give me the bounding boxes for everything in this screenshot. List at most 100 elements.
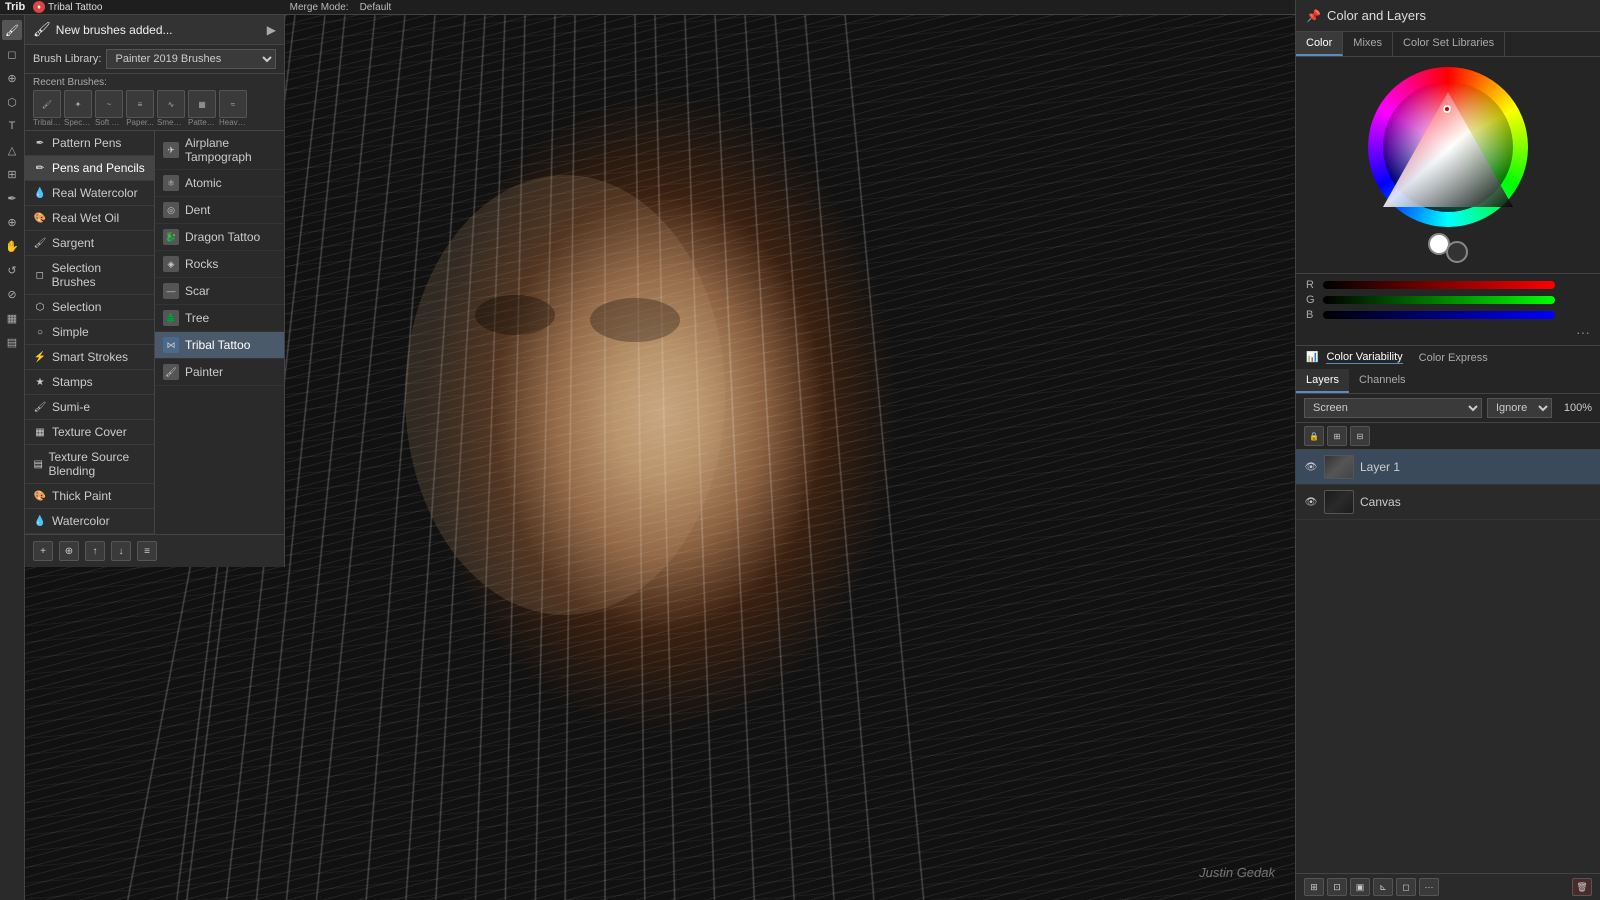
cat-simple[interactable]: ○ Simple	[25, 320, 154, 345]
recent-brush-4[interactable]: ∿ Smeary...	[157, 90, 185, 127]
recent-brush-icon-6[interactable]: ≈	[219, 90, 247, 118]
layer-btn-duplicate[interactable]: ⊡	[1327, 878, 1347, 896]
layer-eye-1[interactable]: 👁	[1304, 460, 1318, 474]
bg-color-swatch[interactable]	[1446, 241, 1468, 263]
blend-mode-select[interactable]: Screen Normal Multiply Overlay	[1304, 398, 1482, 418]
layer-btn-delete[interactable]: 🗑	[1572, 878, 1592, 896]
cat-pattern-pens[interactable]: ✒ Pattern Pens	[25, 131, 154, 156]
tool-transform[interactable]: ⊕	[2, 68, 22, 88]
brush-tribal-tattoo[interactable]: ⋈ Tribal Tattoo	[155, 332, 284, 359]
copy-brush-button[interactable]: ⊕	[59, 541, 79, 561]
brush-dragon-tattoo[interactable]: 🐉 Dragon Tattoo	[155, 224, 284, 251]
cat-real-watercolor[interactable]: 💧 Real Watercolor	[25, 181, 154, 206]
recent-brush-icon-5[interactable]: ▦	[188, 90, 216, 118]
tab-color-express[interactable]: Color Express	[1419, 352, 1488, 364]
recent-brush-icon-1[interactable]: ✦	[64, 90, 92, 118]
layer-btn-mask[interactable]: ▣	[1350, 878, 1370, 896]
color-options-button[interactable]: ···	[1306, 324, 1590, 340]
recent-brush-2[interactable]: ~ Soft Ro...	[95, 90, 123, 127]
tool-shape[interactable]: △	[2, 140, 22, 160]
brush-scar[interactable]: — Scar	[155, 278, 284, 305]
layer-tool-1[interactable]: 🔒	[1304, 426, 1324, 446]
brush-label-atomic: Atomic	[185, 176, 222, 190]
tool-select[interactable]: ◻	[2, 44, 22, 64]
tool-layer[interactable]: ▤	[2, 332, 22, 352]
brush-dent[interactable]: ◎ Dent	[155, 197, 284, 224]
brush-painter[interactable]: 🖌 Painter	[155, 359, 284, 386]
brush-atomic[interactable]: ⚛ Atomic	[155, 170, 284, 197]
color-wheel-pointer[interactable]	[1443, 105, 1451, 113]
layer-btn-new-group[interactable]: ⊞	[1304, 878, 1324, 896]
cat-texture-source[interactable]: ▤ Texture Source Blending	[25, 445, 154, 484]
brush-airplane-tampograph[interactable]: ✈ Airplane Tampograph	[155, 131, 284, 170]
cat-label-real-watercolor: Real Watercolor	[52, 186, 138, 200]
tab-layers[interactable]: Layers	[1296, 369, 1349, 393]
tool-dropper[interactable]: ✒	[2, 188, 22, 208]
add-brush-button[interactable]: +	[33, 541, 53, 561]
layer-btn-lock[interactable]: ⊾	[1373, 878, 1393, 896]
recent-brush-label-3: Paper...	[126, 118, 154, 127]
ignore-select[interactable]: Ignore None	[1487, 398, 1552, 418]
recent-brush-6[interactable]: ≈ Heavy...	[219, 90, 247, 127]
recent-brush-1[interactable]: ✦ Specks...	[64, 90, 92, 127]
move-up-button[interactable]: ↑	[85, 541, 105, 561]
tool-blend[interactable]: ⊘	[2, 284, 22, 304]
merge-mode-value[interactable]: Default	[360, 2, 392, 13]
tab-mixes[interactable]: Mixes	[1343, 32, 1393, 56]
recent-brush-icon-2[interactable]: ~	[95, 90, 123, 118]
cat-watercolor[interactable]: 💧 Watercolor	[25, 509, 154, 534]
cat-sargent[interactable]: 🖌 Sargent	[25, 231, 154, 256]
brush-rocks[interactable]: ◈ Rocks	[155, 251, 284, 278]
brush-tree[interactable]: 🌲 Tree	[155, 305, 284, 332]
recent-brush-3[interactable]: ≡ Paper...	[126, 90, 154, 127]
layer-item-1[interactable]: 👁 Layer 1	[1296, 450, 1600, 485]
color-wheel-container[interactable]	[1368, 67, 1528, 227]
layer-eye-canvas[interactable]: 👁	[1304, 495, 1318, 509]
cat-sumi-e[interactable]: 🖌 Sumi-e	[25, 395, 154, 420]
move-down-button[interactable]: ↓	[111, 541, 131, 561]
slider-row-r: R	[1306, 279, 1590, 291]
tool-fill[interactable]: ⬡	[2, 92, 22, 112]
cat-real-wet-oil[interactable]: 🎨 Real Wet Oil	[25, 206, 154, 231]
tool-brush[interactable]: 🖌	[2, 20, 22, 40]
tool-grid[interactable]: ▦	[2, 308, 22, 328]
recent-brush-icon-4[interactable]: ∿	[157, 90, 185, 118]
tool-rotate[interactable]: ↺	[2, 260, 22, 280]
tool-zoom[interactable]: ⊕	[2, 212, 22, 232]
brush-label-rocks: Rocks	[185, 257, 218, 271]
cat-smart-strokes[interactable]: ⚡ Smart Strokes	[25, 345, 154, 370]
layer-tool-3[interactable]: ⊟	[1350, 426, 1370, 446]
cat-selection-brushes[interactable]: ◻ Selection Brushes	[25, 256, 154, 295]
slider-bar-g[interactable]	[1323, 296, 1555, 304]
layer-tool-2[interactable]: ⊞	[1327, 426, 1347, 446]
cat-thick-paint[interactable]: 🎨 Thick Paint	[25, 484, 154, 509]
tab-color[interactable]: Color	[1296, 32, 1343, 56]
brush-options-button[interactable]: ≡	[137, 541, 157, 561]
layers-bottom-toolbar: ⊞ ⊡ ▣ ⊾ ◻ ··· 🗑	[1296, 873, 1600, 900]
tab-color-set-libraries[interactable]: Color Set Libraries	[1393, 32, 1505, 56]
tab-color-variability[interactable]: Color Variability	[1326, 351, 1402, 364]
tool-pan[interactable]: ✋	[2, 236, 22, 256]
recent-brush-0[interactable]: 🖌 Tribal T...	[33, 90, 61, 127]
tool-text[interactable]: T	[2, 116, 22, 136]
tab-channels[interactable]: Channels	[1349, 369, 1415, 393]
layer-btn-options[interactable]: ···	[1419, 878, 1439, 896]
brush-library-select[interactable]: Painter 2019 Brushes	[106, 49, 276, 69]
tool-crop[interactable]: ⊞	[2, 164, 22, 184]
cat-pens-pencils[interactable]: ✏ Pens and Pencils	[25, 156, 154, 181]
recent-brush-icon-3[interactable]: ≡	[126, 90, 154, 118]
color-wheel[interactable]	[1368, 67, 1528, 227]
slider-bar-b[interactable]	[1323, 311, 1555, 319]
recent-brush-label-5: Pattern...	[188, 118, 216, 127]
cat-texture-cover[interactable]: ▦ Texture Cover	[25, 420, 154, 445]
recent-brush-icon-0[interactable]: 🖌	[33, 90, 61, 118]
color-triangle-svg[interactable]	[1368, 67, 1528, 227]
recent-brush-5[interactable]: ▦ Pattern...	[188, 90, 216, 127]
cat-selection[interactable]: ⬡ Selection	[25, 295, 154, 320]
brush-icon-dragon: 🐉	[163, 229, 179, 245]
new-brushes-button[interactable]: 🖌 New brushes added...	[33, 21, 267, 38]
slider-bar-r[interactable]	[1323, 281, 1555, 289]
layer-btn-frame[interactable]: ◻	[1396, 878, 1416, 896]
layer-item-canvas[interactable]: 👁 Canvas	[1296, 485, 1600, 520]
cat-stamps[interactable]: ★ Stamps	[25, 370, 154, 395]
